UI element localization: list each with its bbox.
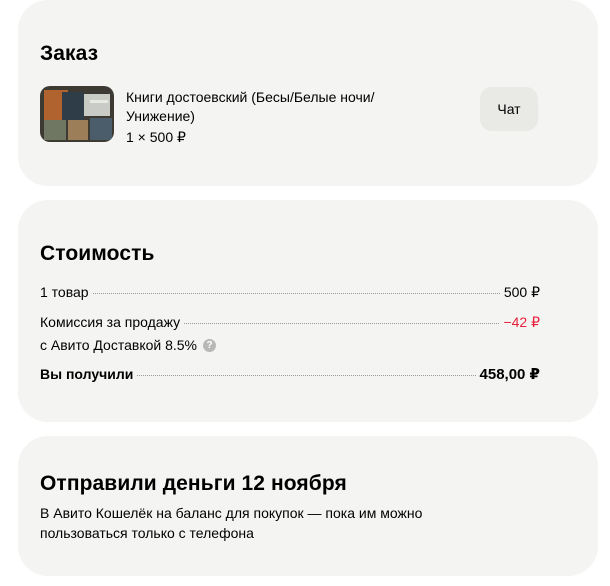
money-sent-description: В Авито Кошелёк на баланс для покупок — …: [40, 505, 423, 541]
cost-row-total: Вы получили 458,00 ₽: [40, 365, 540, 383]
item-title[interactable]: Книги достоевский (Бесы/Белые ночи/Униже…: [126, 88, 436, 126]
cost-card: [18, 200, 598, 422]
help-icon[interactable]: ?: [203, 339, 217, 352]
dotted-leader: [92, 293, 500, 294]
cost-row-label: 1 товар: [40, 284, 89, 300]
cost-row-commission: Комиссия за продажу −42 ₽: [40, 314, 540, 331]
money-sent-title: Отправили деньги 12 ноября: [40, 472, 347, 495]
cost-row-label: Комиссия за продажу: [40, 314, 181, 330]
commission-subtitle-text: с Авито Доставкой 8.5%: [40, 337, 198, 353]
cost-title: Стоимость: [40, 242, 155, 265]
cost-row-value: 500 ₽: [503, 284, 540, 300]
dotted-leader: [184, 323, 500, 324]
dotted-leader: [137, 375, 476, 376]
item-thumbnail[interactable]: [40, 86, 114, 142]
cost-row-value: 458,00 ₽: [479, 366, 540, 383]
cost-row-items: 1 товар 500 ₽: [40, 284, 540, 301]
cost-row-value: −42 ₽: [503, 314, 540, 330]
commission-subtitle: с Авито Доставкой 8.5% ?: [40, 336, 217, 355]
order-title: Заказ: [40, 42, 99, 65]
item-quantity-price: 1 × 500 ₽: [126, 129, 186, 145]
chat-button[interactable]: Чат: [480, 87, 538, 131]
cost-row-label: Вы получили: [40, 366, 134, 382]
